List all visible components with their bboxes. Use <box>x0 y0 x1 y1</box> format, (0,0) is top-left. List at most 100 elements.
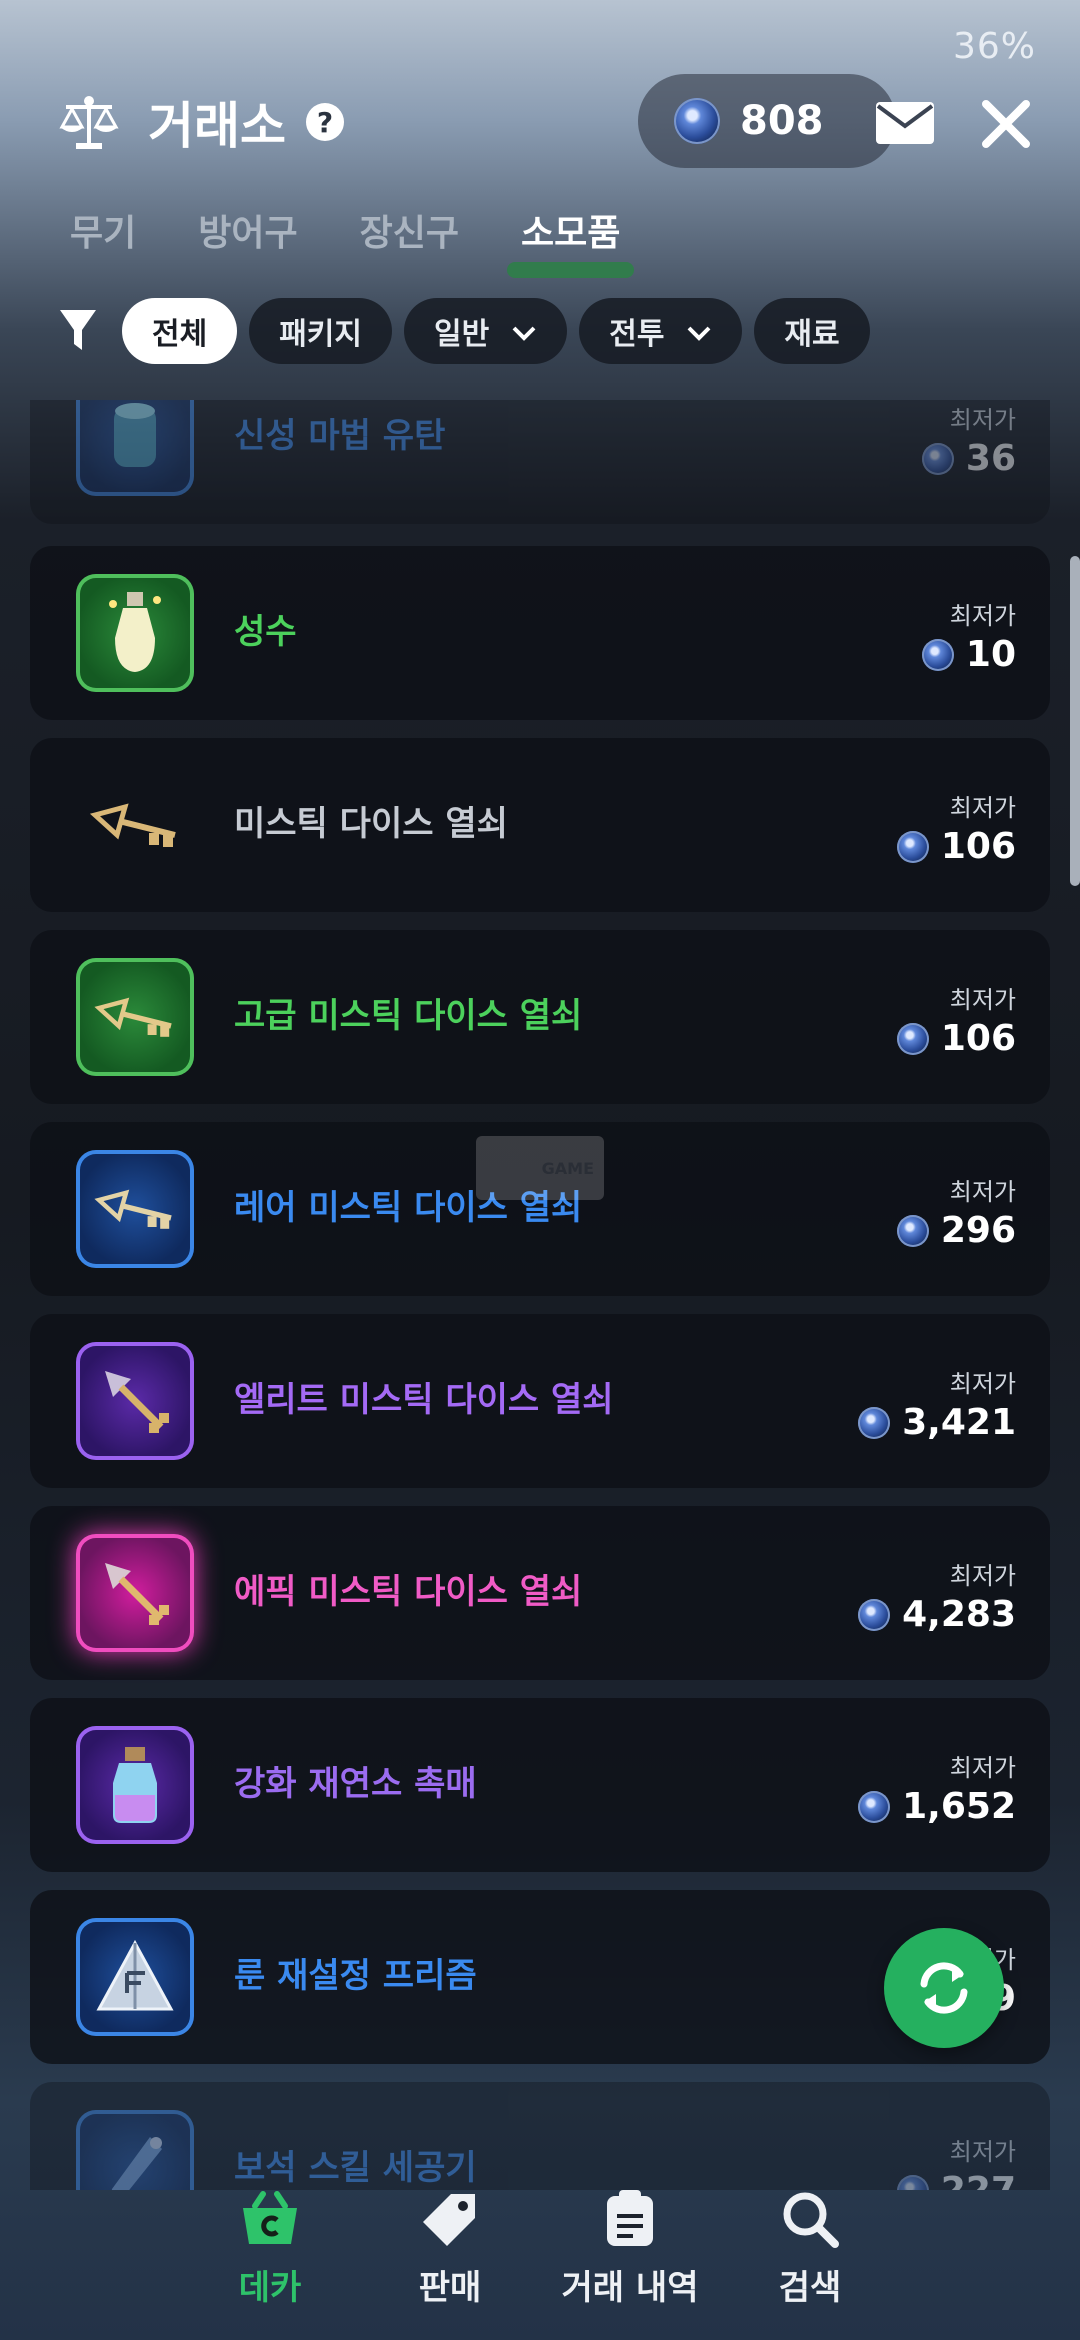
currency-coin-icon <box>674 98 720 144</box>
currency-coin-icon <box>896 830 929 863</box>
watermark: GAME <box>476 1136 604 1200</box>
currency-value: 808 <box>740 98 824 144</box>
price-label: 최저가 <box>949 1754 1016 1782</box>
filter-chip-all[interactable]: 전체 <box>122 298 238 364</box>
price-label: 최저가 <box>949 794 1016 822</box>
price-label: 최저가 <box>949 2138 1016 2166</box>
price-label: 최저가 <box>949 1178 1016 1206</box>
nav-label: 판매 <box>418 2268 482 2308</box>
filter-chip-label: 전체 <box>152 317 208 352</box>
chevron-down-icon <box>686 314 712 349</box>
item-name: 미스틱 다이스 열쇠 <box>234 804 508 844</box>
item-price: 106 <box>896 826 1016 867</box>
price-label: 최저가 <box>949 602 1016 630</box>
price-value: 10 <box>965 634 1016 675</box>
key-icon <box>76 1342 194 1460</box>
price-value: 1,652 <box>902 1786 1016 1827</box>
list-item[interactable]: 미스틱 다이스 열쇠 최저가 106 <box>30 738 1050 912</box>
price-value: 36 <box>965 438 1016 479</box>
filter-chip-label: 재료 <box>784 317 840 352</box>
item-name: 신성 마법 유탄 <box>234 416 446 456</box>
chevron-down-icon <box>511 314 537 349</box>
list-item[interactable]: 엘리트 미스틱 다이스 열쇠 최저가 3,421 <box>30 1314 1050 1488</box>
item-price: 36 <box>921 438 1016 479</box>
search-icon <box>783 2192 839 2248</box>
key-icon <box>76 1534 194 1652</box>
price-label: 최저가 <box>949 986 1016 1014</box>
refresh-icon <box>920 1962 968 2014</box>
item-price: 3,421 <box>858 1402 1016 1443</box>
price-value: 106 <box>940 826 1016 867</box>
list-item[interactable]: 에픽 미스틱 다이스 열쇠 최저가 4,283 <box>30 1506 1050 1680</box>
price-label: 최저가 <box>949 1562 1016 1590</box>
list-item[interactable]: 신성 마법 유탄 최저가 36 <box>30 400 1050 524</box>
price-value: 3,421 <box>902 1402 1016 1443</box>
item-name: 성수 <box>234 612 297 652</box>
item-price: 4,283 <box>858 1594 1016 1635</box>
nav-item-history[interactable]: 거래 내역 <box>540 2190 720 2309</box>
tab-armor[interactable]: 방어구 <box>198 204 297 256</box>
filter-chip-general[interactable]: 일반 <box>404 298 568 364</box>
currency-coin-icon <box>858 1406 891 1439</box>
list-item[interactable]: 고급 미스틱 다이스 열쇠 최저가 106 <box>30 930 1050 1104</box>
item-name: 에픽 미스틱 다이스 열쇠 <box>234 1572 583 1612</box>
refresh-button[interactable] <box>884 1928 1004 2048</box>
holy-grenade-icon <box>76 400 194 496</box>
price-label: 최저가 <box>949 406 1016 434</box>
item-price: 106 <box>896 1018 1016 1059</box>
filter-icon[interactable] <box>58 301 102 361</box>
nav-label: 검색 <box>778 2268 842 2308</box>
currency-coin-icon <box>921 442 954 475</box>
filter-chip-label: 패키지 <box>279 317 363 352</box>
item-name: 룬 재설정 프리즘 <box>234 1956 477 1996</box>
header: 거래소 ? 808 <box>56 72 1040 172</box>
item-name: 엘리트 미스틱 다이스 열쇠 <box>234 1380 614 1420</box>
filter-bar: 전체 패키지 일반 전투 재료 <box>58 298 882 364</box>
basket-icon <box>243 2191 297 2244</box>
item-price: 1,652 <box>858 1786 1016 1827</box>
filter-chip-combat[interactable]: 전투 <box>579 298 743 364</box>
price-label: 최저가 <box>949 1370 1016 1398</box>
currency-coin-icon <box>858 1598 891 1631</box>
scrollbar[interactable] <box>1070 556 1080 886</box>
nav-item-search[interactable]: 검색 <box>720 2190 900 2309</box>
key-icon <box>76 1150 194 1268</box>
item-list[interactable]: 신성 마법 유탄 최저가 36 성수 최저가 10 미스틱 다이스 열쇠 최저가… <box>30 400 1050 2190</box>
item-price: 10 <box>921 634 1016 675</box>
scale-icon <box>56 89 122 155</box>
prism-icon <box>76 1918 194 2036</box>
list-item[interactable]: 성수 최저가 10 <box>30 546 1050 720</box>
item-price: 296 <box>896 1210 1016 1251</box>
price-tag-icon <box>423 2194 475 2246</box>
tab-weapon[interactable]: 무기 <box>70 204 136 256</box>
nav-item-sell[interactable]: 판매 <box>360 2190 540 2309</box>
potion-bottle-icon <box>76 1726 194 1844</box>
price-value: 4,283 <box>902 1594 1016 1635</box>
filter-chip-material[interactable]: 재료 <box>754 298 870 364</box>
currency-coin-icon <box>858 1790 891 1823</box>
category-tabs: 무기 방어구 장신구 소모품 <box>70 204 682 278</box>
battery-status: 36% <box>952 26 1036 67</box>
filter-chip-label: 전투 <box>609 317 665 352</box>
item-name: 강화 재연소 촉매 <box>234 1764 477 1804</box>
list-item[interactable]: 강화 재연소 촉매 최저가 1,652 <box>30 1698 1050 1872</box>
price-value: 106 <box>940 1018 1016 1059</box>
tab-consumable[interactable]: 소모품 <box>506 204 635 278</box>
page-title: 거래소 <box>148 97 286 155</box>
nav-item-deca[interactable]: 데카 <box>180 2190 360 2309</box>
currency-coin-icon <box>896 1022 929 1055</box>
currency-coin-icon <box>896 1214 929 1247</box>
clipboard-icon <box>607 2190 653 2246</box>
help-icon[interactable]: ? <box>306 103 344 141</box>
key-icon <box>76 766 194 884</box>
bottom-navigation: 데카 판매 거래 내역 검색 <box>0 2170 1080 2340</box>
item-name: 고급 미스틱 다이스 열쇠 <box>234 996 583 1036</box>
currency-balance[interactable]: 808 <box>638 74 896 168</box>
key-icon <box>76 958 194 1076</box>
tab-accessory[interactable]: 장신구 <box>360 204 459 256</box>
filter-chip-package[interactable]: 패키지 <box>249 298 393 364</box>
currency-coin-icon <box>921 638 954 671</box>
close-icon[interactable] <box>980 98 1032 154</box>
holy-water-icon <box>76 574 194 692</box>
mail-icon[interactable] <box>874 100 936 150</box>
